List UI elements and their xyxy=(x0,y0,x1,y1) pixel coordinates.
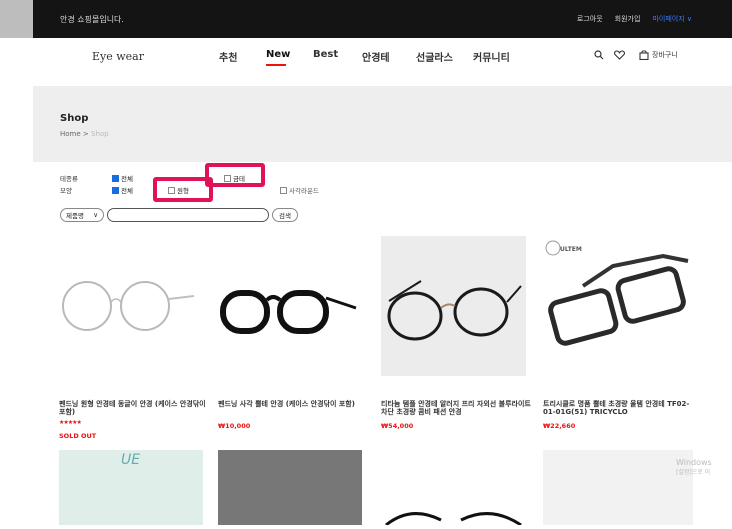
product-name[interactable]: 티타늄 템플 안경테 알러지 프리 자외선 블루라이트 차단 초경량 콤비 패션… xyxy=(381,400,531,416)
product-price: ₩22,660 xyxy=(543,422,576,430)
filter-frame-all-label: 전체 xyxy=(121,175,133,183)
join-link[interactable]: 회원가입 xyxy=(615,14,641,24)
filter-shape-square-round[interactable]: 사각라운드 xyxy=(280,185,319,195)
product-search-bar: 제품명 ∨ 검색 xyxy=(60,208,298,222)
product-price: ₩54,000 xyxy=(381,422,414,430)
breadcrumb-home[interactable]: Home xyxy=(60,130,81,138)
search-input[interactable] xyxy=(107,208,269,222)
checkbox-unchecked[interactable] xyxy=(280,186,287,194)
search-field-select[interactable]: 제품명 ∨ xyxy=(60,208,104,222)
brand-logo-text: ULTEM xyxy=(560,246,582,253)
checkbox-checked[interactable] xyxy=(112,174,119,182)
product-name[interactable]: 펜드닝 사각 뿔테 안경 (케이스 안경닦이 포함) xyxy=(218,400,368,408)
nav-sunglasses[interactable]: 선글라스 xyxy=(416,49,453,64)
nav-community[interactable]: 커뮤니티 xyxy=(473,49,510,64)
breadcrumb-current: Shop xyxy=(91,130,109,138)
product-name[interactable]: 트리시클로 명품 뿔테 초경량 울템 안경테 TF02-01-01G(51) T… xyxy=(543,400,693,416)
nav-new[interactable]: New xyxy=(266,49,290,60)
nav-recommend[interactable]: 추천 xyxy=(219,49,237,64)
breadcrumb: Home > Shop xyxy=(60,130,109,138)
nav-active-underline xyxy=(266,64,286,66)
product-image-text: UE xyxy=(121,452,141,468)
cart-button[interactable]: 장바구니 xyxy=(639,50,678,60)
filter-frame-all[interactable]: 전체 xyxy=(112,173,133,183)
search-button[interactable]: 검색 xyxy=(272,208,298,222)
cart-icon xyxy=(639,50,649,60)
chevron-down-icon: ∨ xyxy=(93,211,98,219)
top-bar: 안경 쇼핑몰입니다. 로그아웃 회원가입 마이페이지 ∨ xyxy=(0,0,732,38)
sold-out-badge: SOLD OUT xyxy=(59,432,97,440)
shape-label: 모양 xyxy=(60,187,72,195)
filter-shape-all[interactable]: 전체 xyxy=(112,185,133,195)
product-image-partial[interactable] xyxy=(381,450,526,527)
highlight-box-round xyxy=(153,177,213,202)
mypage-link[interactable]: 마이페이지 ∨ xyxy=(652,14,692,24)
cart-label: 장바구니 xyxy=(652,51,678,59)
rating-stars: ★★★★★ xyxy=(59,419,82,426)
watermark-line1: Windows xyxy=(676,458,712,467)
breadcrumb-separator: > xyxy=(82,130,89,138)
product-image-partial[interactable] xyxy=(543,450,693,525)
shop-banner xyxy=(33,86,732,162)
product-name[interactable]: 펜드닝 원형 안경테 동글이 안경 (케이스 안경닦이 포함) xyxy=(59,400,209,416)
top-links: 로그아웃 회원가입 마이페이지 ∨ xyxy=(577,14,692,24)
filter-shape-square-label: 사각라운드 xyxy=(289,187,319,195)
search-icon[interactable] xyxy=(594,50,604,60)
window-edge xyxy=(0,0,33,38)
filter-shape-all-label: 전체 xyxy=(121,187,133,195)
welcome-text: 안경 쇼핑몰입니다. xyxy=(60,15,124,24)
product-image-partial[interactable] xyxy=(218,450,362,525)
product-image-ultem-glasses[interactable] xyxy=(543,236,693,376)
watermark-line2: [설정]으로 이 xyxy=(676,469,711,476)
windows-activation-watermark: Windows [설정]으로 이 xyxy=(676,458,712,478)
product-image-square-glasses[interactable] xyxy=(218,236,368,376)
nav-frames[interactable]: 안경테 xyxy=(362,49,390,64)
page-title: Shop xyxy=(60,113,89,124)
product-image-partial[interactable]: UE xyxy=(59,450,203,525)
product-price: ₩10,000 xyxy=(218,422,251,430)
heart-icon[interactable] xyxy=(614,50,625,60)
search-field-select-value: 제품명 xyxy=(66,212,84,220)
product-image-round-glasses[interactable] xyxy=(59,236,209,376)
header-icons: 장바구니 xyxy=(594,50,678,60)
glasses-image-partial xyxy=(385,512,522,527)
checkbox-checked[interactable] xyxy=(112,186,119,194)
frame-type-label: 테종류 xyxy=(60,175,78,183)
nav-best[interactable]: Best xyxy=(313,49,338,60)
highlight-box-metal xyxy=(205,163,265,187)
product-image-titanium-glasses[interactable] xyxy=(381,236,526,376)
logout-link[interactable]: 로그아웃 xyxy=(577,14,603,24)
